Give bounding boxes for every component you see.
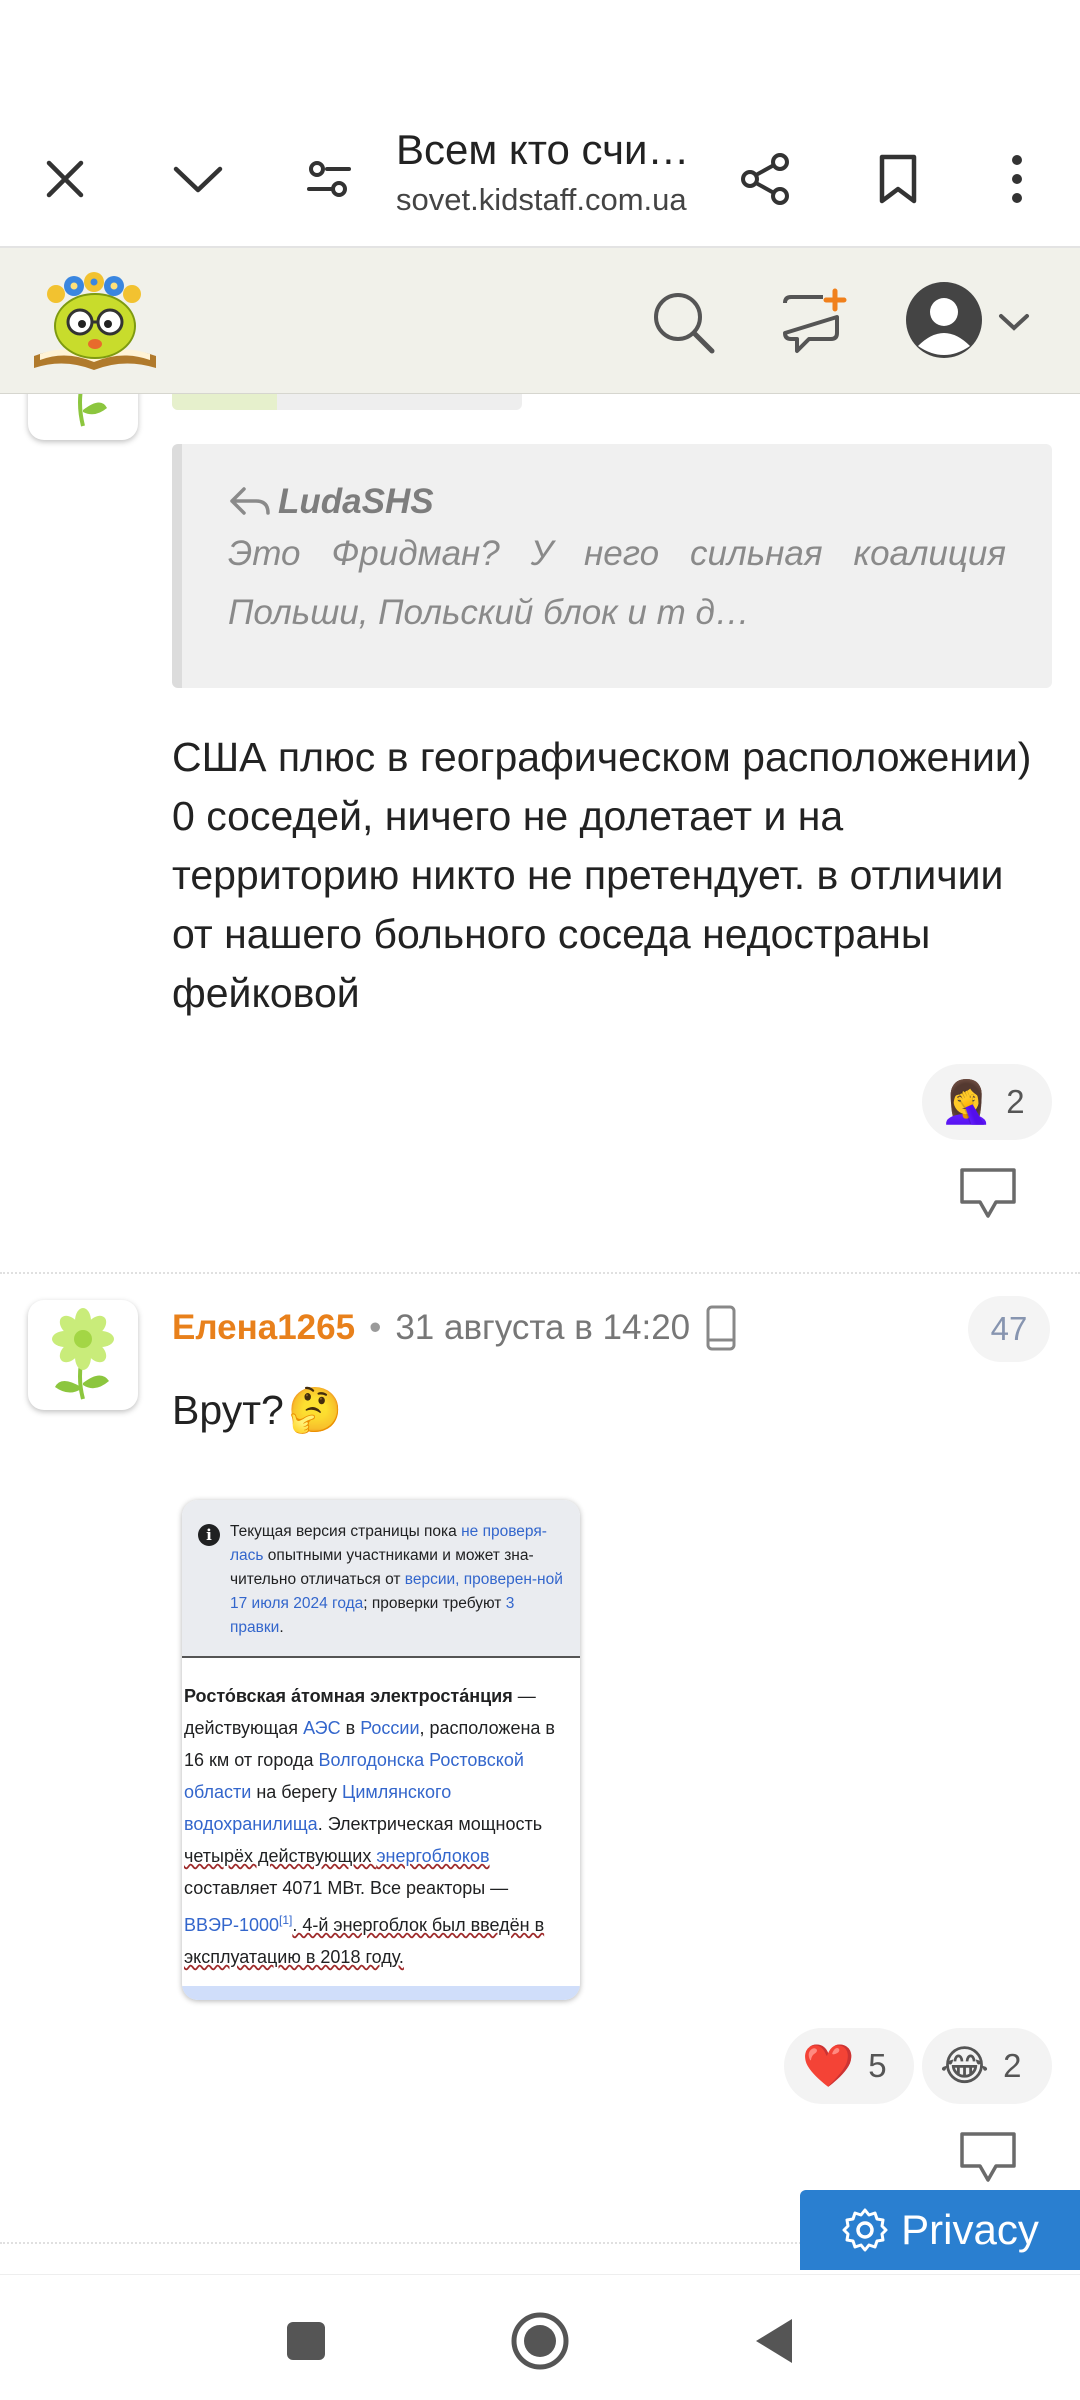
- avatar[interactable]: [28, 394, 138, 440]
- post-text: США плюс в географическом расположении) …: [172, 734, 1032, 1016]
- tune-icon[interactable]: [294, 144, 364, 214]
- user-avatar-icon[interactable]: [902, 278, 986, 362]
- article-link: водохранилища: [184, 1814, 318, 1834]
- reaction-count: 5: [868, 2047, 887, 2084]
- chevron-down-icon[interactable]: [163, 144, 233, 214]
- laughing-emoji-icon: 😂: [940, 2042, 990, 2089]
- share-icon[interactable]: [731, 144, 801, 214]
- quote-author-name: LudaSHS: [278, 482, 434, 521]
- article-text: четырёх действующих: [184, 1846, 377, 1866]
- article-text: . Электрическая мощность: [317, 1814, 543, 1834]
- quote-text: Это Фридман? У него сильная коалиция Пол…: [228, 534, 1006, 632]
- quote-author[interactable]: LudaSHS: [228, 482, 1006, 522]
- article-link: АЭС: [303, 1718, 341, 1738]
- notice-text: Текущая версия страницы пока: [230, 1523, 462, 1540]
- page-title-block[interactable]: Всем кто счи… sovet.kidstaff.com.ua: [396, 126, 716, 218]
- site-logo[interactable]: [30, 264, 160, 376]
- article-link: энергоблоков: [376, 1846, 490, 1866]
- rating-progress-bar: [172, 394, 522, 410]
- site-header: [0, 248, 1080, 394]
- recents-icon[interactable]: [266, 2301, 346, 2381]
- attachment-footer-strip: [182, 1986, 580, 2000]
- article-text: на берегу: [251, 1782, 342, 1802]
- thinking-face-emoji-icon: 🤔: [287, 1386, 343, 1435]
- article-text: 16 км от города: [184, 1750, 319, 1770]
- reaction-count: 2: [1006, 1083, 1025, 1120]
- page-domain: sovet.kidstaff.com.ua: [396, 182, 687, 217]
- browser-toolbar: Всем кто счи… sovet.kidstaff.com.ua: [0, 110, 1080, 248]
- page-title: Всем кто счи…: [396, 126, 690, 173]
- privacy-label: Privacy: [901, 2206, 1039, 2253]
- article-line: ВВЭР-1000[1]. 4-й энергоблок был введён …: [184, 1904, 580, 1941]
- article-line: Росто́вская а́томная электроста́нция —: [184, 1680, 580, 1712]
- article-text: в: [340, 1718, 361, 1738]
- reply-arrow-icon: [230, 487, 270, 515]
- post-number[interactable]: 47: [968, 1296, 1050, 1362]
- notice-text: .: [279, 1619, 284, 1636]
- facepalm-emoji-icon: 🤦‍♀️: [940, 1078, 993, 1125]
- article-link: России: [360, 1718, 420, 1738]
- system-nav-bar: [0, 2274, 1080, 2400]
- search-icon[interactable]: [643, 282, 723, 362]
- post-meta: Елена1265 • 31 августа в 14:20: [172, 1304, 738, 1352]
- heart-emoji-icon: ❤️: [802, 2042, 855, 2089]
- article-link: Волгодонска Ростовской: [318, 1750, 524, 1770]
- attachment-notice: i Текущая версия страницы пока не провер…: [182, 1500, 580, 1658]
- post-timestamp[interactable]: 31 августа в 14:20: [395, 1308, 690, 1348]
- article-text: составляет 4071 МВт. Все реакторы —: [184, 1878, 509, 1898]
- close-icon[interactable]: [30, 144, 100, 214]
- reaction-count: 2: [1003, 2047, 1022, 2084]
- reaction-heart[interactable]: ❤️ 5: [784, 2028, 914, 2104]
- thread-content: LudaSHS Это Фридман? У него сильная коал…: [0, 394, 1080, 2264]
- article-line: водохранилища. Электрическая мощность: [184, 1808, 580, 1840]
- article-line: действующая АЭС в России, расположена в: [184, 1712, 580, 1744]
- article-text: эксплуатацию в 2018 году.: [184, 1947, 404, 1967]
- bookmark-icon[interactable]: [863, 144, 933, 214]
- article-line: области на берегу Цимлянского: [184, 1776, 580, 1808]
- attachment-article-text: Росто́вская а́томная электроста́нция — д…: [182, 1666, 580, 1973]
- article-line: составляет 4071 МВт. Все реакторы —: [184, 1872, 580, 1904]
- post-text: Врут? 🤔: [172, 1384, 343, 1436]
- image-attachment[interactable]: i Текущая версия страницы пока не провер…: [182, 1500, 580, 2000]
- reaction-laugh[interactable]: 😂 2: [922, 2028, 1052, 2104]
- user-menu-chevron-icon[interactable]: [996, 282, 1032, 362]
- reply-comment-icon[interactable]: [956, 1164, 1020, 1224]
- new-message-icon[interactable]: [774, 282, 854, 362]
- info-icon: i: [198, 1524, 220, 1546]
- article-link: Цимлянского: [342, 1782, 452, 1802]
- meta-separator: •: [369, 1308, 382, 1347]
- article-text: , расположена в: [419, 1718, 555, 1738]
- reply-comment-icon[interactable]: [956, 2128, 1020, 2188]
- article-text: . 4-й энергоблок был введён в: [292, 1915, 545, 1935]
- back-icon[interactable]: [734, 2301, 814, 2381]
- status-bar: [0, 0, 1080, 110]
- post-divider: [0, 1272, 1080, 1274]
- article-text: —: [512, 1686, 536, 1706]
- notice-text: ; проверки требуют: [363, 1595, 506, 1612]
- gear-icon: [842, 2208, 888, 2252]
- reaction-facepalm[interactable]: 🤦‍♀️ 2: [922, 1064, 1052, 1140]
- article-line: эксплуатацию в 2018 году.: [184, 1941, 580, 1973]
- article-footnote: [1]: [279, 1913, 293, 1927]
- mobile-device-icon: [706, 1305, 736, 1351]
- more-vert-icon[interactable]: [982, 144, 1052, 214]
- article-line: четырёх действующих энергоблоков: [184, 1840, 580, 1872]
- avatar[interactable]: [28, 1300, 138, 1410]
- article-link: ВВЭР-1000: [184, 1915, 279, 1935]
- home-icon[interactable]: [500, 2301, 580, 2381]
- post-text-content: Врут?: [172, 1386, 284, 1433]
- article-link: области: [184, 1782, 252, 1802]
- article-line: 16 км от города Волгодонска Ростовской: [184, 1744, 580, 1776]
- post-username[interactable]: Елена1265: [172, 1308, 355, 1348]
- privacy-button[interactable]: Privacy: [800, 2190, 1080, 2270]
- article-text: действующая: [184, 1718, 304, 1738]
- article-title: Росто́вская а́томная электроста́нция: [184, 1686, 513, 1706]
- quote-block: LudaSHS Это Фридман? У него сильная коал…: [172, 444, 1052, 688]
